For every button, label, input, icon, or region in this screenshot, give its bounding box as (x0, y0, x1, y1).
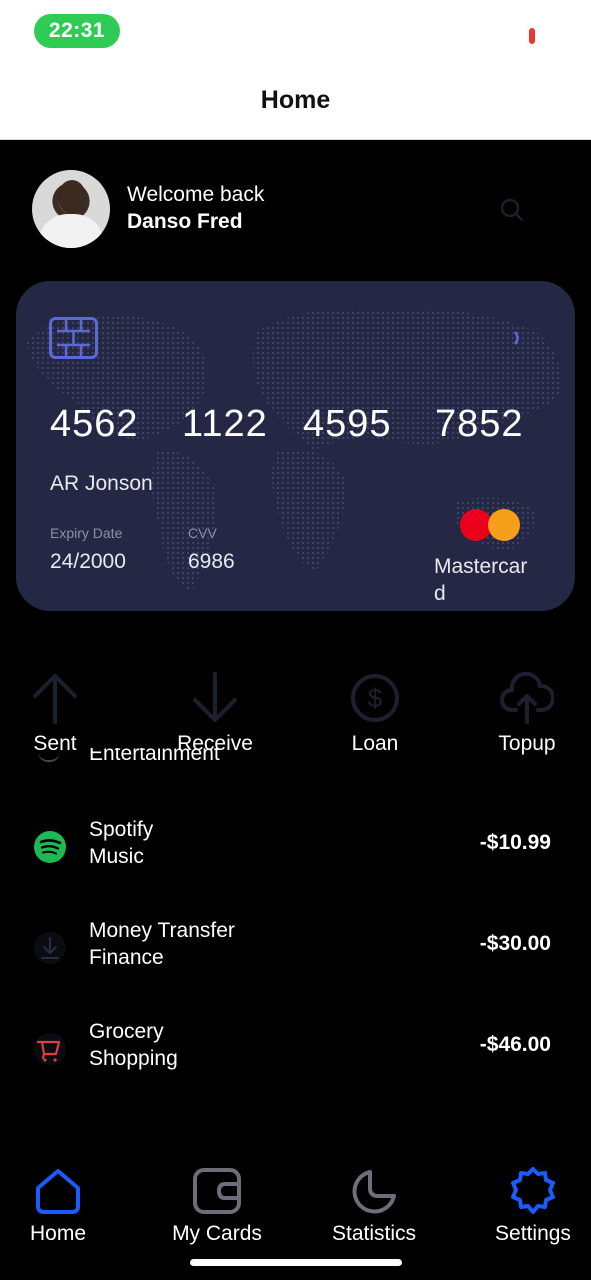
status-time: 22:31 (34, 14, 120, 48)
home-indicator[interactable] (190, 1259, 402, 1266)
transaction-amount: -$30.00 (479, 932, 551, 955)
transaction-category: Music (89, 845, 144, 868)
avatar-face (58, 180, 86, 214)
tab-my-cards-label: My Cards (172, 1222, 262, 1245)
avatar-shirt (38, 214, 104, 248)
mastercard-logo-icon (460, 507, 522, 543)
tab-settings-label: Settings (495, 1222, 571, 1245)
card-options-icon[interactable] (513, 331, 521, 345)
expiry-label: Expiry Date (50, 525, 123, 541)
status-bar: 22:31 (0, 0, 591, 62)
tab-my-cards[interactable]: My Cards (152, 1160, 282, 1250)
download-icon (34, 932, 66, 964)
home-icon (36, 1169, 80, 1214)
action-loan-label: Loan (351, 732, 399, 755)
action-loan-button[interactable]: $ Loan (315, 672, 435, 762)
card-chip-icon (49, 317, 98, 359)
transaction-row[interactable]: Spotify Music -$10.99 (0, 816, 591, 886)
pie-chart-icon (352, 1170, 396, 1214)
gear-icon (511, 1167, 555, 1214)
bank-card[interactable]: 4562 1122 4595 7852 AR Jonson Expiry Dat… (16, 281, 575, 611)
transaction-row[interactable]: Grocery Shopping -$46.00 (0, 1018, 591, 1088)
navigation-bar: Home (0, 62, 591, 140)
transaction-title: Grocery (89, 1020, 164, 1043)
transaction-category: Finance (89, 946, 164, 969)
arrow-up-icon (33, 674, 77, 724)
page-title: Home (260, 86, 331, 114)
tab-statistics[interactable]: Statistics (309, 1160, 439, 1250)
tab-home[interactable]: Home (0, 1160, 123, 1250)
transaction-category: Shopping (89, 1047, 178, 1070)
dollar-circle-icon: $ (351, 674, 399, 722)
tab-home-label: Home (29, 1222, 87, 1245)
card-number-group-4: 7852 (435, 403, 524, 445)
action-topup-label: Topup (498, 732, 556, 755)
avatar[interactable] (32, 170, 110, 248)
action-topup-button[interactable]: Topup (467, 672, 587, 762)
card-brand-label: Mastercard (434, 555, 528, 605)
card-holder-name: AR Jonson (50, 472, 153, 495)
tab-settings[interactable]: Settings (468, 1160, 591, 1250)
tab-statistics-label: Statistics (331, 1222, 417, 1245)
transaction-amount: -$46.00 (479, 1033, 551, 1056)
card-number-group-3: 4595 (303, 403, 392, 445)
transaction-amount: -$10.99 (479, 831, 551, 854)
transaction-title: Spotify (89, 818, 154, 841)
battery-icon (529, 28, 535, 44)
search-icon[interactable] (500, 198, 524, 222)
cart-icon (34, 1033, 66, 1065)
cvv-value: 6986 (188, 550, 235, 573)
card-number-group-1: 4562 (50, 403, 139, 445)
spotify-icon (34, 831, 66, 863)
arrow-down-icon (193, 672, 237, 722)
transaction-row[interactable]: Money Transfer Finance -$30.00 (0, 917, 591, 987)
user-name: Danso Fred (127, 210, 243, 233)
expiry-value: 24/2000 (50, 550, 126, 573)
wallet-icon (193, 1168, 241, 1214)
card-number-group-2: 1122 (182, 403, 268, 445)
svg-text:$: $ (368, 683, 383, 713)
transaction-title: Money Transfer (89, 919, 235, 942)
welcome-text: Welcome back (127, 183, 265, 206)
cloud-upload-icon (500, 672, 554, 724)
mastercard-yellow-circle (488, 509, 520, 541)
cvv-label: CVV (188, 525, 217, 541)
